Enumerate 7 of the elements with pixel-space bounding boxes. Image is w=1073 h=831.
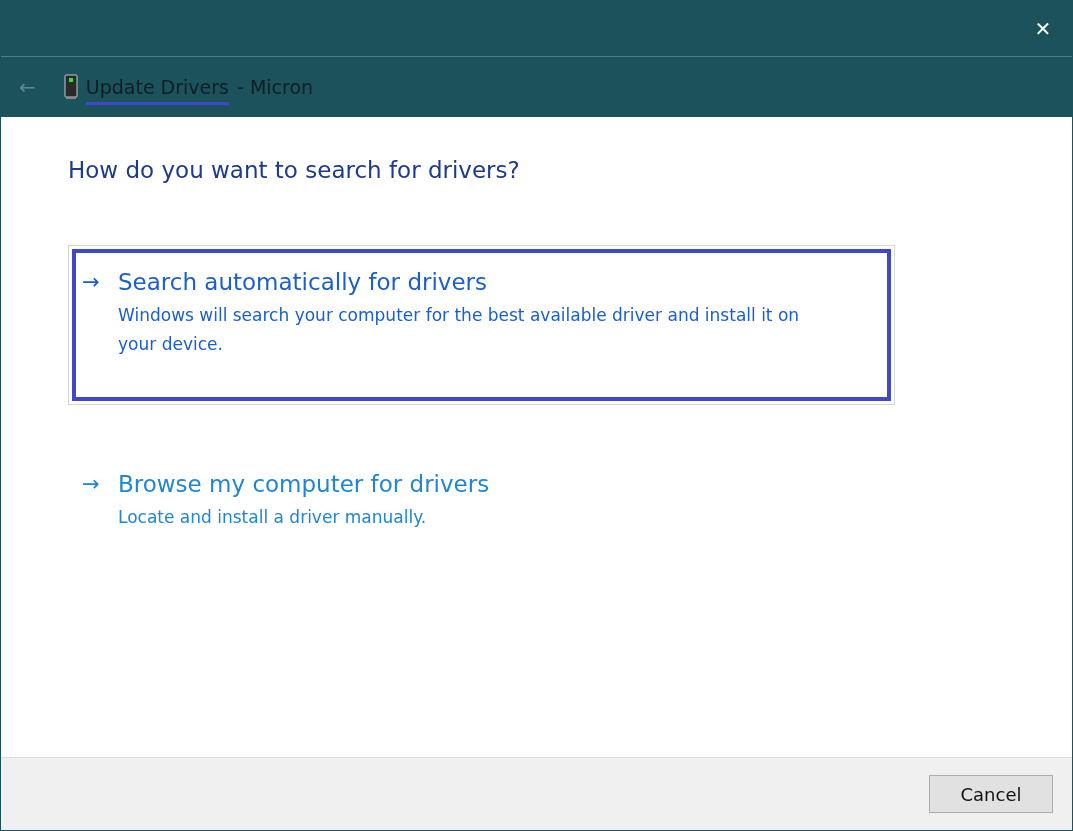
header-title: - Micron — [237, 76, 314, 100]
close-button[interactable]: ✕ — [1014, 1, 1072, 56]
option-link[interactable]: → Search automatically for drivers Windows will search your computer for the best available driver and install it on your device. — [72, 249, 891, 401]
header-title: Update Drivers — [85, 76, 229, 105]
page-heading: How do you want to search for drivers? — [68, 157, 521, 183]
device-icon — [63, 74, 78, 100]
cancel-button[interactable]: Cancel — [929, 775, 1053, 813]
